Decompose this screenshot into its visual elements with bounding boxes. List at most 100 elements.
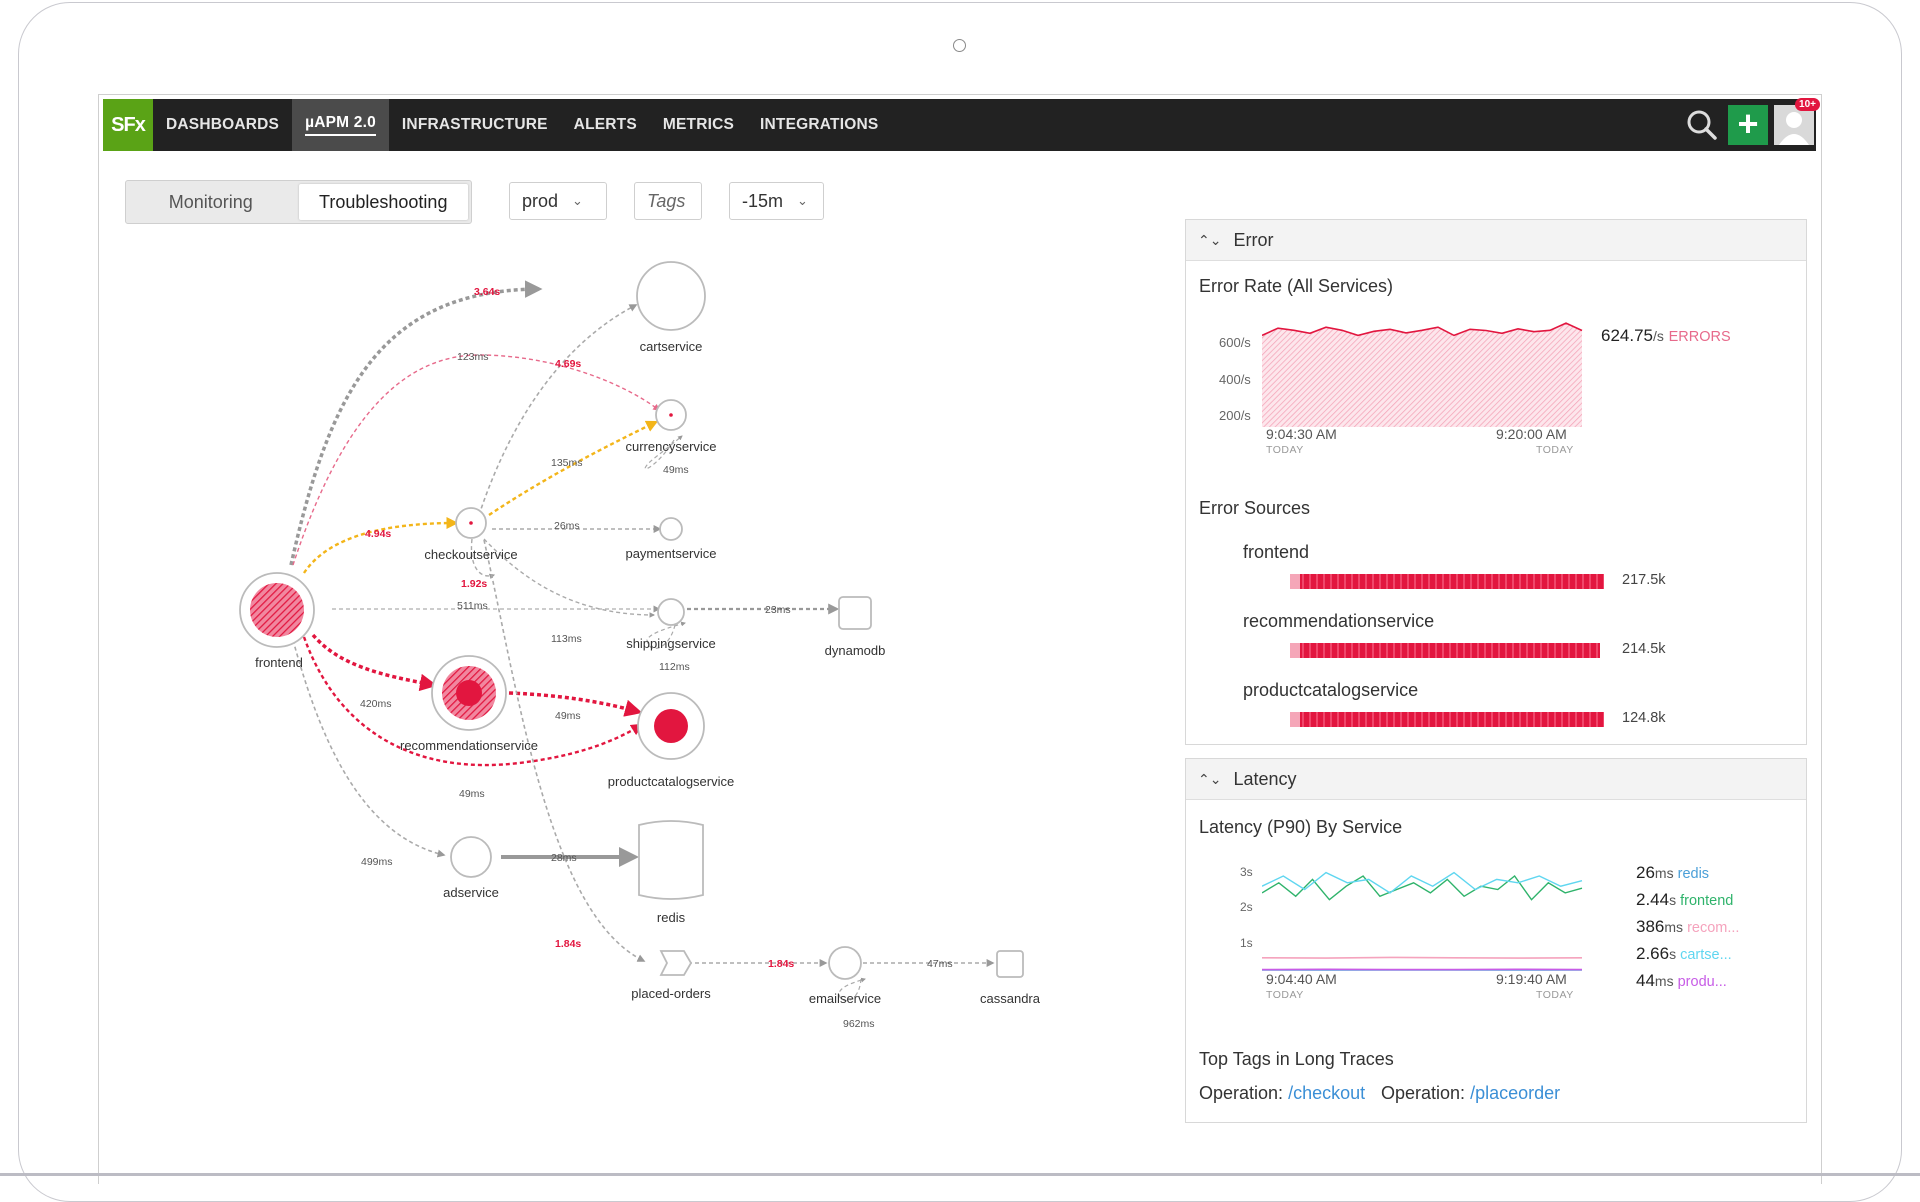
latency-legend-item[interactable]: 2.66s cartse... [1636,944,1732,964]
latency-panel-header[interactable]: ⌃⌄ Latency [1186,759,1806,800]
error-panel-header[interactable]: ⌃⌄ Error [1186,220,1806,261]
edge-label: 511ms [457,600,488,612]
edge-label: 1.84s [768,958,794,970]
node-dynamodb[interactable]: dynamodb [825,597,886,658]
edge-label: 962ms [843,1018,875,1030]
add-icon[interactable]: + [1728,105,1768,145]
node-label: dynamodb [825,643,886,658]
edge-label: 49ms [663,464,689,476]
node-checkoutservice[interactable]: checkoutservice [424,508,517,562]
node-emailservice[interactable]: emailservice [809,947,881,1006]
collapse-icon: ⌃⌄ [1198,771,1221,788]
node-label: placed-orders [631,986,711,1001]
node-label: cartservice [640,339,703,354]
legend-series-name: redis [1674,866,1709,882]
node-label: productcatalogservice [608,774,734,789]
latency-chart [1262,859,1586,971]
edge-label: 1.84s [555,938,581,950]
latency-legend-item[interactable]: 2.44s frontend [1636,890,1733,910]
latency-series-line [1262,876,1582,900]
tag-key: Operation: [1381,1083,1465,1103]
node-adservice[interactable]: adservice [443,837,499,900]
x-end-sub: TODAY [1536,989,1574,1001]
error-source-name[interactable]: frontend [1243,542,1309,563]
edge-label: 1.92s [461,578,487,590]
edge-checkout-cart [479,305,636,515]
edge-label: 4.69s [555,358,581,370]
y-tick: 400/s [1219,372,1251,387]
error-panel-title: Error [1233,230,1273,251]
node-productcatalogservice[interactable]: productcatalogservice [608,693,734,789]
node-frontend[interactable]: frontend [240,573,314,670]
x-start-label: 9:04:40 AM [1266,971,1337,987]
latency-panel-title: Latency [1233,769,1296,790]
node-currencyservice[interactable]: currencyservice [625,400,716,454]
error-source-bar [1290,574,1604,589]
edge-label: 499ms [361,856,393,868]
node-placed-orders[interactable]: placed-orders [631,951,711,1001]
node-redis[interactable]: redis [639,821,703,925]
x-end-sub: TODAY [1536,444,1574,456]
edge-frontend-reco [313,635,434,685]
latency-series-line [1262,957,1582,958]
error-source-name[interactable]: recommendationservice [1243,611,1434,632]
tag-value-link[interactable]: /checkout [1288,1083,1365,1103]
edge-frontend-cart [291,289,539,565]
legend-series-name: cartse... [1676,947,1732,963]
top-tags-title: Top Tags in Long Traces [1199,1049,1394,1070]
edge-label: 3.64s [474,286,500,298]
y-tick: 3s [1240,865,1253,879]
error-chart-title: Error Rate (All Services) [1199,276,1393,297]
error-label: ERRORS [1669,329,1731,345]
legend-value: 2.44 [1636,890,1669,909]
error-source-value: 124.8k [1622,710,1666,726]
x-start-label: 9:04:30 AM [1266,426,1337,442]
error-sources-title: Error Sources [1199,498,1310,519]
tag-value-link[interactable]: /placeorder [1470,1083,1560,1103]
error-value: 624.75 [1601,326,1653,345]
latency-legend-item[interactable]: 44ms produ... [1636,971,1727,991]
legend-series-name: frontend [1676,893,1733,909]
node-label: adservice [443,885,499,900]
node-label: emailservice [809,991,881,1006]
node-cartservice[interactable]: cartservice [637,262,705,354]
error-source-bar [1290,643,1600,658]
error-source-value: 214.5k [1622,641,1666,657]
error-current-value: 624.75/s ERRORS [1601,326,1731,346]
node-label: checkoutservice [424,547,517,562]
latency-panel: ⌃⌄Latency Latency (P90) By Service 3s 2s… [1185,758,1807,1123]
legend-unit: ms [1655,973,1674,989]
avatar[interactable]: 10+ [1774,105,1814,145]
error-source-value: 217.5k [1622,572,1666,588]
node-label: cassandra [980,991,1041,1006]
latency-legend-item[interactable]: 386ms recom... [1636,917,1739,937]
tag-key: Operation: [1199,1083,1283,1103]
error-source-name[interactable]: productcatalogservice [1243,680,1418,701]
x-start-sub: TODAY [1266,444,1304,456]
edge-label: 47ms [927,958,953,970]
legend-unit: ms [1664,919,1683,935]
legend-value: 2.66 [1636,944,1669,963]
legend-value: 26 [1636,863,1655,882]
x-end-label: 9:19:40 AM [1496,971,1567,987]
node-recommendationservice[interactable]: recommendationservice [400,656,538,753]
latency-chart-title: Latency (P90) By Service [1199,817,1402,838]
edge-label: 113ms [551,633,582,645]
edge-label: 112ms [659,661,690,673]
y-tick: 1s [1240,936,1253,950]
node-paymentservice[interactable]: paymentservice [625,518,716,561]
x-end-label: 9:20:00 AM [1496,426,1567,442]
latency-legend-item[interactable]: 26ms redis [1636,863,1709,883]
y-tick: 600/s [1219,335,1251,350]
tag-item: Operation: /checkout [1199,1083,1365,1104]
search-icon[interactable] [1682,105,1722,145]
collapse-icon: ⌃⌄ [1198,232,1221,249]
node-shippingservice[interactable]: shippingservice [626,599,716,651]
error-source-bar [1290,712,1604,727]
node-label: paymentservice [625,546,716,561]
edge-label: 26ms [554,520,580,532]
node-cassandra[interactable]: cassandra [980,951,1041,1006]
node-label: frontend [255,655,303,670]
error-rate-chart [1262,315,1586,427]
edge-label: 4.94s [365,528,391,540]
